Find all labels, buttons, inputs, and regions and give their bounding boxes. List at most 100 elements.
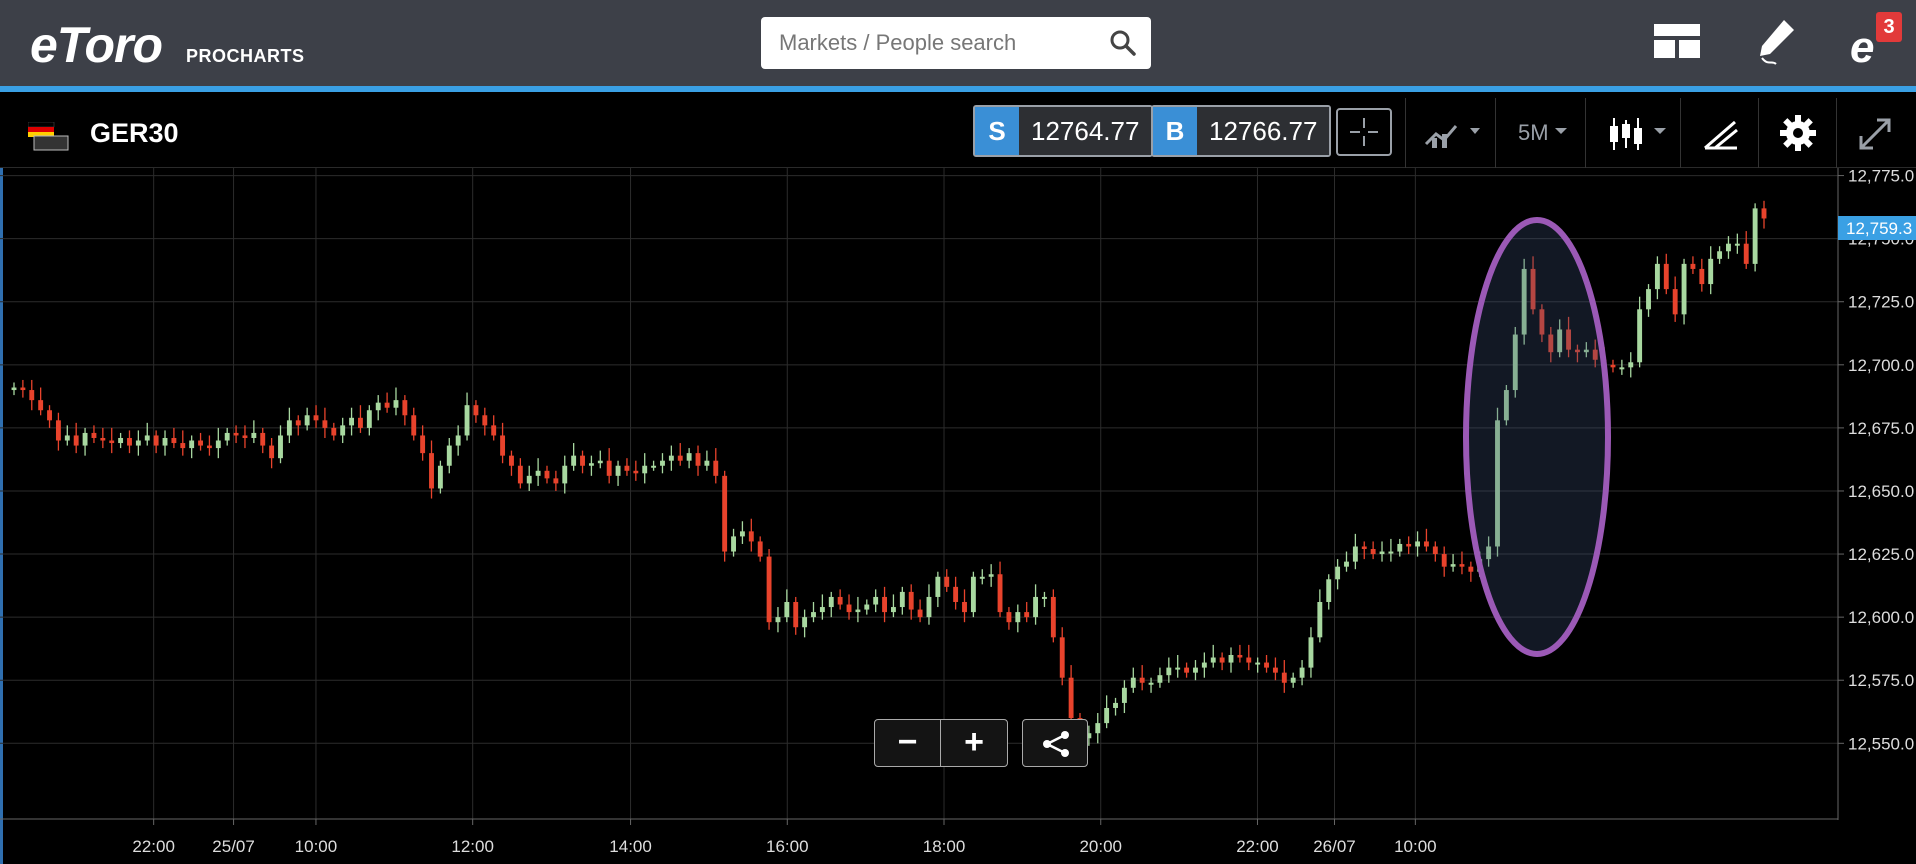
- candle-body: [82, 432, 88, 446]
- price-tick-label: 12,575.0: [1848, 671, 1914, 690]
- zoom-out-button[interactable]: −: [875, 720, 941, 766]
- candle-body: [651, 465, 657, 468]
- candle-body: [1219, 657, 1225, 663]
- candle-body: [340, 425, 346, 436]
- candle: [331, 422, 337, 441]
- candle-body: [269, 445, 275, 459]
- notification-badge[interactable]: 3: [1876, 12, 1902, 42]
- svg-text:e: e: [1850, 23, 1874, 70]
- candle-body: [1646, 289, 1651, 310]
- candle-body: [402, 400, 408, 416]
- candle-body: [1157, 675, 1163, 683]
- candle: [269, 437, 275, 469]
- candle-body: [260, 432, 266, 446]
- candle-body: [1121, 687, 1127, 703]
- candle-body: [1743, 243, 1749, 264]
- candle-body: [1459, 564, 1465, 567]
- candle: [899, 586, 905, 615]
- candle-body: [633, 470, 639, 474]
- drawing-tools-button[interactable]: [1680, 98, 1758, 168]
- candle-body: [491, 425, 497, 436]
- time-tick-label: 16:00: [766, 837, 809, 856]
- candle-body: [775, 617, 781, 623]
- candle-body: [38, 400, 44, 411]
- candle: [1708, 246, 1714, 295]
- search-icon[interactable]: [1109, 29, 1137, 57]
- candle: [811, 602, 816, 623]
- candle: [340, 417, 346, 444]
- timeframe-selector[interactable]: 5M: [1495, 98, 1585, 168]
- candle-body: [1184, 667, 1190, 673]
- candle: [757, 536, 763, 562]
- candle-body: [1237, 654, 1243, 658]
- candle: [722, 470, 728, 562]
- candle-body: [1148, 682, 1154, 685]
- candle-body: [1352, 546, 1358, 562]
- settings-button[interactable]: [1758, 98, 1836, 168]
- candle: [47, 405, 52, 428]
- candle-body: [722, 475, 728, 552]
- time-tick-label: 14:00: [609, 837, 652, 856]
- candle: [402, 395, 408, 426]
- candle: [748, 518, 754, 552]
- candle: [917, 599, 923, 623]
- candle: [260, 427, 266, 454]
- pencil-icon[interactable]: [1748, 14, 1804, 70]
- candle-body: [1388, 551, 1394, 554]
- candle: [651, 460, 657, 471]
- candle-body: [464, 405, 470, 436]
- candle: [1201, 652, 1207, 678]
- candle-body: [1299, 667, 1305, 678]
- candle: [38, 387, 44, 416]
- candle: [1121, 680, 1127, 714]
- candle-body: [1139, 677, 1145, 683]
- candle-body: [215, 440, 221, 449]
- candle-body: [713, 460, 719, 476]
- candle-body: [917, 609, 923, 618]
- candle: [135, 430, 141, 456]
- time-tick-label: 10:00: [1394, 837, 1437, 856]
- candle-body: [1024, 612, 1030, 618]
- candle: [935, 571, 941, 608]
- search-input[interactable]: [779, 17, 1099, 69]
- layout-icon[interactable]: [1650, 14, 1706, 70]
- candle: [144, 422, 150, 446]
- candle: [1130, 667, 1136, 693]
- candle: [615, 460, 621, 486]
- candle: [1388, 538, 1394, 562]
- instrument-symbol[interactable]: GER30: [90, 118, 179, 149]
- candle: [1104, 695, 1110, 729]
- fullscreen-icon: [1859, 118, 1891, 150]
- candle-body: [899, 591, 905, 608]
- candle-body: [819, 607, 825, 613]
- candle: [322, 407, 328, 438]
- candle-body: [997, 574, 1003, 613]
- candle: [224, 427, 230, 446]
- candle: [588, 455, 594, 476]
- indicators-button[interactable]: [1405, 98, 1495, 168]
- fullscreen-button[interactable]: [1836, 98, 1914, 168]
- candle-body: [580, 455, 585, 466]
- chart-type-button[interactable]: [1585, 98, 1680, 168]
- candle: [500, 422, 506, 464]
- candle: [1175, 654, 1181, 678]
- buy-price-button[interactable]: B 12766.77: [1151, 105, 1332, 157]
- zoom-in-button[interactable]: +: [941, 720, 1007, 766]
- candle-body: [1317, 602, 1323, 638]
- search-box[interactable]: [761, 17, 1151, 69]
- candle: [286, 407, 292, 444]
- share-button[interactable]: [1022, 719, 1088, 767]
- candle-body: [1663, 263, 1669, 290]
- price-tick-label: 12,675.0: [1848, 419, 1914, 438]
- crosshair-icon[interactable]: [1336, 108, 1392, 156]
- candle-body: [828, 596, 834, 608]
- sell-price-button[interactable]: S 12764.77: [973, 105, 1154, 157]
- candle: [55, 412, 61, 451]
- candle: [1423, 528, 1429, 552]
- candle-body: [642, 465, 648, 474]
- candle: [1761, 200, 1767, 229]
- candle-body: [1654, 263, 1660, 290]
- candle: [624, 458, 630, 476]
- candle: [802, 609, 808, 638]
- candle: [553, 470, 559, 491]
